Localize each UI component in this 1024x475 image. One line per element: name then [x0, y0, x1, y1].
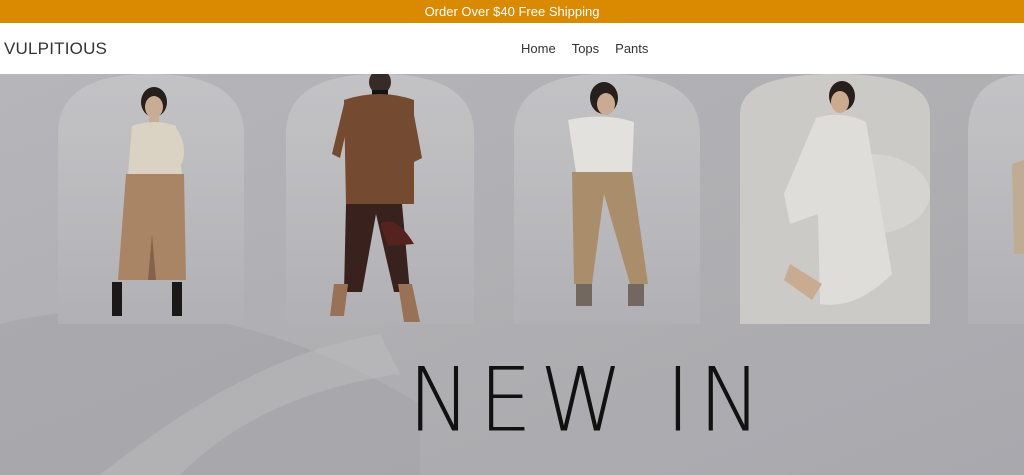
nav-link-pants[interactable]: Pants [615, 41, 648, 56]
hero-title: NEW IN [408, 348, 770, 452]
site-header: VULPITIOUS Home Tops Pants [0, 23, 1024, 74]
main-nav: Home Tops Pants [521, 41, 648, 56]
nav-link-home[interactable]: Home [521, 41, 556, 56]
announcement-text: Order Over $40 Free Shipping [424, 4, 600, 19]
site-logo[interactable]: VULPITIOUS [4, 39, 107, 59]
nav-link-tops[interactable]: Tops [572, 41, 599, 56]
announcement-bar: Order Over $40 Free Shipping [0, 0, 1024, 23]
hero-banner[interactable]: NEW IN [0, 74, 1024, 475]
